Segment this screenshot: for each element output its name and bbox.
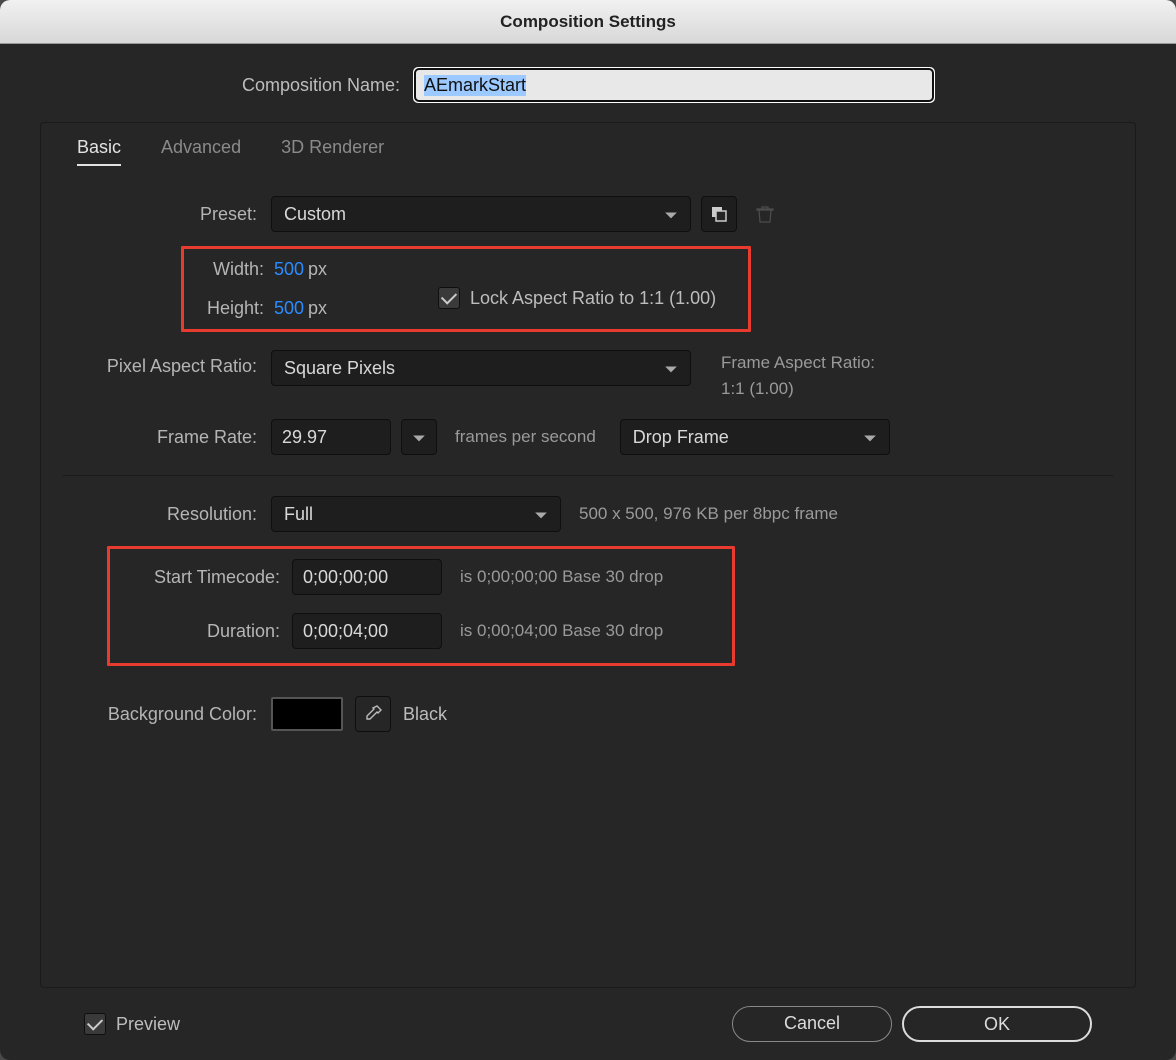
background-color-row: Background Color: Black [63,692,1113,736]
preview-label: Preview [116,1014,180,1035]
lock-aspect-row: Lock Aspect Ratio to 1:1 (1.00) [438,287,716,309]
tabs: Basic Advanced 3D Renderer [63,133,1113,166]
window-title: Composition Settings [500,12,676,32]
dimensions-highlight: Width: 500 px Height: 500 px Lock Aspect… [181,246,751,332]
resolution-select[interactable]: Full [271,496,561,532]
trash-icon [755,204,775,224]
width-unit: px [308,259,327,280]
start-timecode-input[interactable]: 0;00;00;00 [292,559,442,595]
timecode-highlight: Start Timecode: 0;00;00;00 is 0;00;00;00… [107,546,735,666]
lock-aspect-checkbox[interactable] [438,287,460,309]
cancel-button[interactable]: Cancel [732,1006,892,1042]
drop-frame-value: Drop Frame [633,427,729,448]
tab-basic[interactable]: Basic [77,137,121,166]
start-timecode-row: Start Timecode: 0;00;00;00 is 0;00;00;00… [124,559,718,595]
chevron-down-icon [534,507,548,521]
chevron-down-icon [412,430,426,444]
width-row: Width: 500 px [198,259,734,280]
preset-value: Custom [284,204,346,225]
duration-label: Duration: [124,621,280,642]
resolution-value: Full [284,504,313,525]
duration-input[interactable]: 0;00;04;00 [292,613,442,649]
fps-label: frames per second [455,427,596,447]
content: Composition Name: Basic Advanced 3D Rend… [0,44,1176,1060]
titlebar: Composition Settings [0,0,1176,44]
resolution-hint: 500 x 500, 976 KB per 8bpc frame [579,504,838,524]
lock-aspect-label: Lock Aspect Ratio to 1:1 (1.00) [470,288,716,309]
frame-rate-dropdown[interactable] [401,419,437,455]
duration-row: Duration: 0;00;04;00 is 0;00;04;00 Base … [124,613,718,649]
pixel-aspect-row: Pixel Aspect Ratio: Square Pixels Frame … [63,350,1113,401]
ok-button[interactable]: OK [902,1006,1092,1042]
chevron-down-icon [664,361,678,375]
frame-aspect-label: Frame Aspect Ratio: [721,350,875,376]
divider [63,475,1113,476]
frame-rate-row: Frame Rate: 29.97 frames per second Drop… [63,415,1113,459]
resolution-label: Resolution: [63,504,271,525]
chevron-down-icon [664,207,678,221]
composition-name-input[interactable] [414,68,934,102]
composition-name-label: Composition Name: [242,75,400,96]
save-preset-button[interactable] [701,196,737,232]
preset-row: Preset: Custom [63,192,1113,236]
preset-label: Preset: [63,204,271,225]
height-label: Height: [198,298,274,319]
resolution-row: Resolution: Full 500 x 500, 976 KB per 8… [63,492,1113,536]
tab-3d-renderer[interactable]: 3D Renderer [281,137,384,166]
tab-advanced[interactable]: Advanced [161,137,241,166]
delete-preset-button[interactable] [747,196,783,232]
drop-frame-select[interactable]: Drop Frame [620,419,890,455]
pixel-aspect-value: Square Pixels [284,358,395,379]
eyedropper-button[interactable] [355,696,391,732]
frame-aspect-value: 1:1 (1.00) [721,376,875,402]
width-value[interactable]: 500 [274,259,304,280]
duration-hint: is 0;00;04;00 Base 30 drop [460,621,663,641]
frame-rate-input[interactable]: 29.97 [271,419,391,455]
footer: Preview Cancel OK [40,988,1136,1060]
frame-aspect-hint: Frame Aspect Ratio: 1:1 (1.00) [721,350,875,401]
width-label: Width: [198,259,274,280]
composition-settings-window: Composition Settings Composition Name: B… [0,0,1176,1060]
settings-panel: Basic Advanced 3D Renderer Preset: Custo… [40,122,1136,988]
background-color-swatch[interactable] [271,697,343,731]
preview-checkbox[interactable] [84,1013,106,1035]
start-timecode-label: Start Timecode: [124,567,280,588]
frame-rate-label: Frame Rate: [63,427,271,448]
eyedropper-icon [363,704,383,724]
start-timecode-hint: is 0;00;00;00 Base 30 drop [460,567,663,587]
preset-select[interactable]: Custom [271,196,691,232]
height-unit: px [308,298,327,319]
background-color-label: Background Color: [63,704,271,725]
height-value[interactable]: 500 [274,298,304,319]
composition-name-row: Composition Name: [40,68,1136,102]
pixel-aspect-select[interactable]: Square Pixels [271,350,691,386]
pixel-aspect-label: Pixel Aspect Ratio: [63,350,271,377]
save-preset-icon [709,204,729,224]
chevron-down-icon [863,430,877,444]
background-color-name: Black [403,704,447,725]
